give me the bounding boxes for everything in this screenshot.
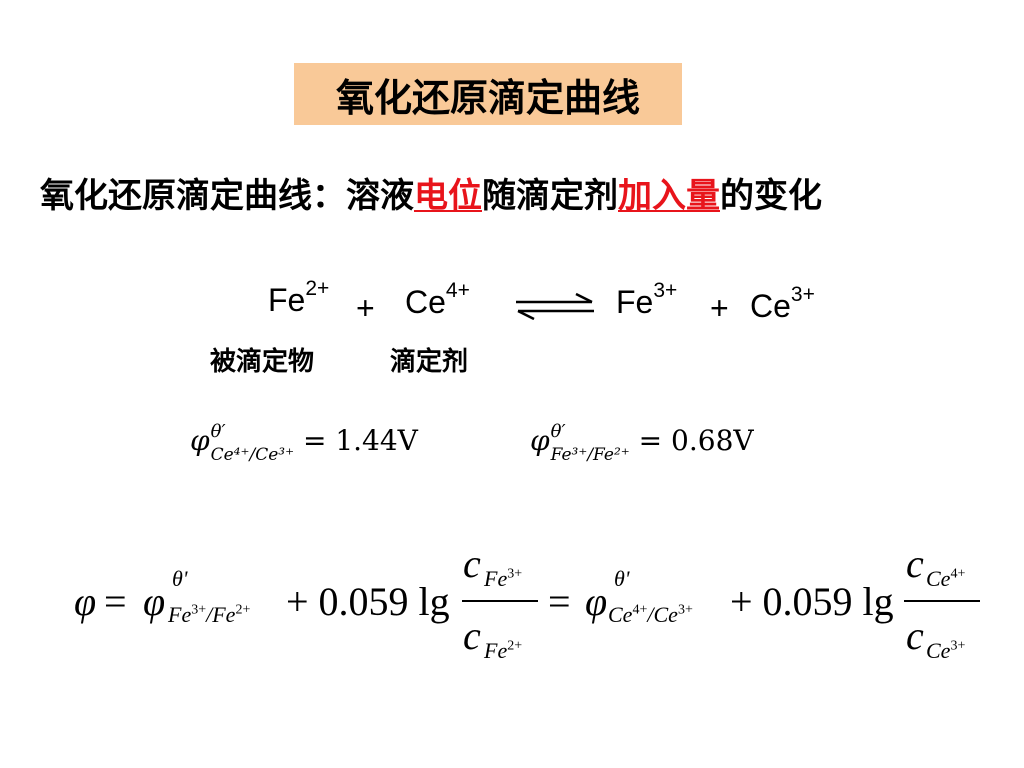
subtitle-highlight-amount: 加入量 (618, 176, 720, 216)
product-fe3-charge: 3+ (653, 279, 678, 303)
potential-ce-subscript: Ce⁴⁺/Ce³⁺ (210, 445, 295, 465)
nernst-log-term-1: + 0.059 lg (286, 579, 450, 624)
subtitle-suffix: 的变化 (720, 176, 822, 216)
nernst-phi: φ (74, 579, 97, 624)
numerator-c-ce: c (906, 541, 924, 586)
fraction-bar-1 (462, 600, 538, 602)
nernst-subscript-fe: Fe3+/Fe2+ (168, 602, 251, 627)
denominator-sub-ce3: Ce3+ (926, 638, 966, 663)
slide-title-text: 氧化还原滴定曲线 (335, 75, 640, 120)
subtitle-highlight-potential: 电位 (414, 176, 482, 216)
potential-ce-value: = 1.44V (302, 424, 418, 457)
slide-title: 氧化还原滴定曲线 (294, 63, 682, 125)
plus-sign-1: + (356, 290, 375, 326)
numerator-sub-fe3: Fe3+ (484, 566, 523, 591)
product-ce3-charge: 3+ (790, 283, 815, 307)
nernst-subscript-ce: Ce4+/Ce3+ (608, 602, 693, 627)
equilibrium-arrow-icon (516, 292, 594, 320)
nernst-theta-ce: θ' (614, 566, 630, 591)
denominator-c-ce: c (906, 613, 924, 658)
reactant-fe2: Fe2+ (268, 278, 329, 319)
numerator-sub-ce4: Ce4+ (926, 566, 966, 591)
subtitle: 氧化还原滴定曲线：溶液电位随滴定剂加入量的变化 (40, 168, 822, 217)
reactant-fe2-charge: 2+ (305, 277, 330, 301)
nernst-log-term-2: + 0.059 lg (730, 579, 894, 624)
nernst-phi-fe: φ (143, 579, 166, 624)
nernst-equals-1: = (104, 579, 127, 624)
denominator-c-fe: c (463, 613, 481, 658)
product-fe3-symbol: Fe (616, 284, 654, 320)
product-ce3: Ce3+ (750, 284, 815, 325)
phi-symbol: φ (190, 424, 210, 457)
potential-fe: φ θ′ Fe³⁺/Fe²⁺ = 0.68V (530, 421, 754, 464)
subtitle-prefix: 氧化还原滴定曲线：溶液 (40, 176, 414, 216)
fraction-bar-2 (904, 600, 980, 602)
reactant-ce4-charge: 4+ (445, 279, 470, 303)
label-analyte: 被滴定物 (210, 347, 315, 377)
theta-prime: θ′ (210, 421, 226, 442)
potential-fe-subscript: Fe³⁺/Fe²⁺ (550, 445, 630, 465)
theta-prime: θ′ (550, 421, 566, 442)
potential-fe-value: = 0.68V (638, 424, 754, 457)
nernst-phi-ce: φ (585, 579, 608, 624)
subtitle-middle: 随滴定剂 (482, 176, 618, 216)
phi-symbol: φ (530, 424, 550, 457)
reactant-ce4-symbol: Ce (405, 284, 446, 320)
reactant-fe2-symbol: Fe (268, 282, 306, 318)
product-fe3: Fe3+ (616, 280, 677, 321)
product-ce3-symbol: Ce (750, 288, 791, 324)
reactant-ce4: Ce4+ (405, 280, 470, 321)
label-titrant: 滴定剂 (390, 347, 469, 377)
denominator-sub-fe2: Fe2+ (484, 638, 523, 663)
potential-ce: φ θ′ Ce⁴⁺/Ce³⁺ = 1.44V (190, 421, 418, 464)
nernst-equals-2: = (548, 579, 571, 624)
plus-sign-2: + (710, 290, 729, 326)
numerator-c-fe: c (463, 541, 481, 586)
nernst-theta-fe: θ' (172, 566, 188, 591)
